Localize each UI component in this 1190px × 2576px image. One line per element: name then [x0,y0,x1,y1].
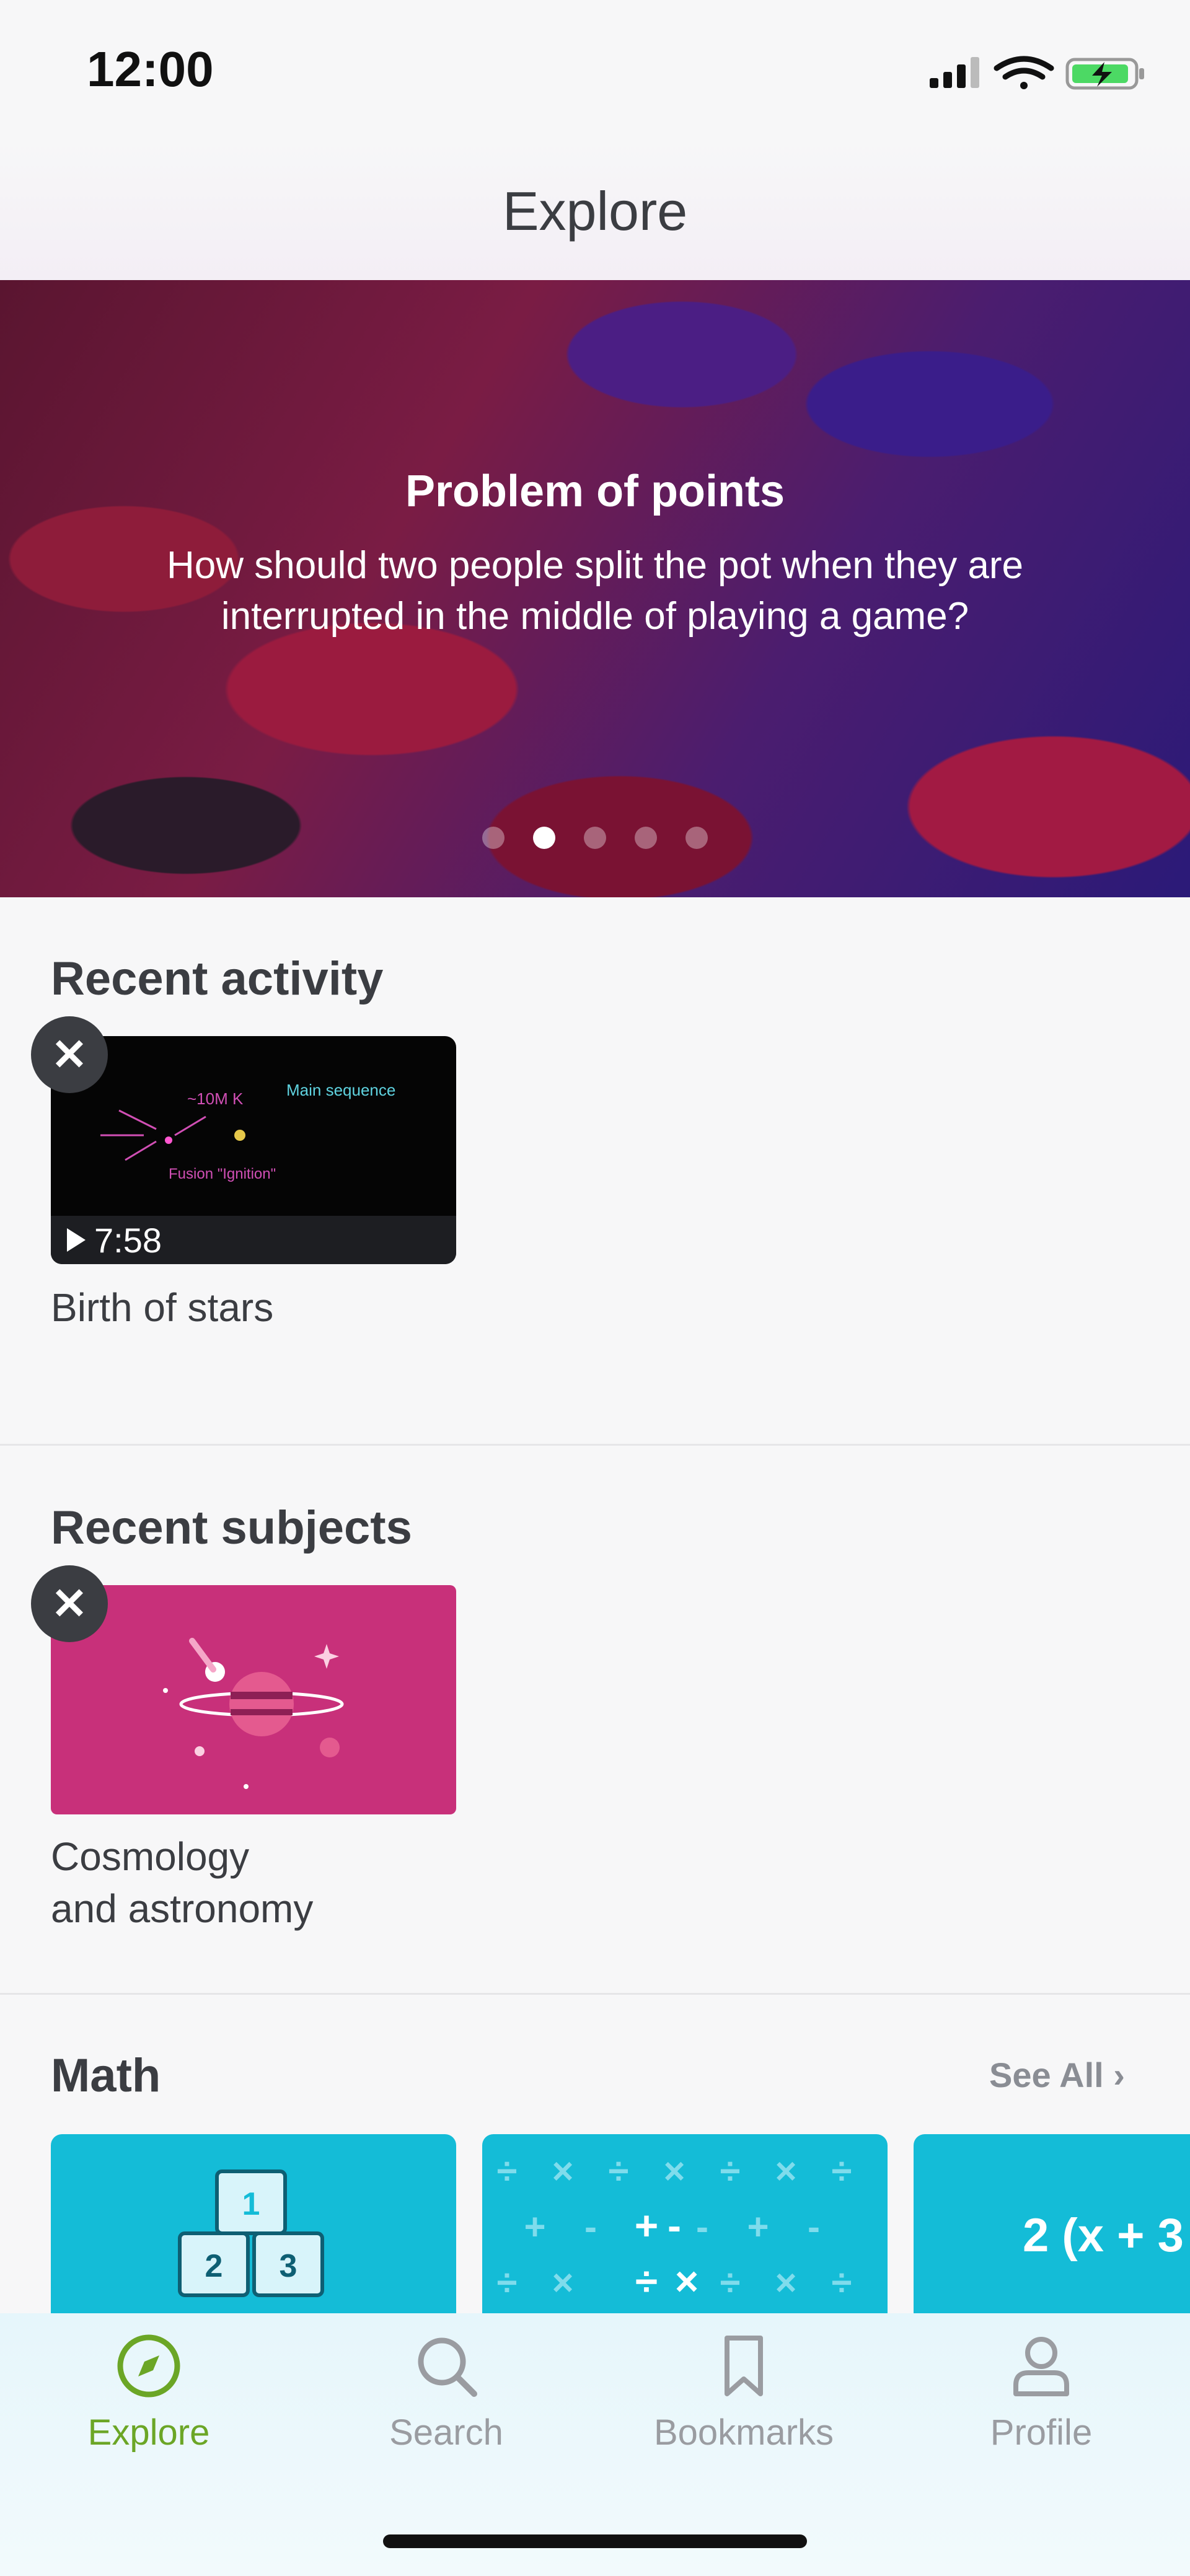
recent-activity-item-title[interactable]: Birth of stars [51,1281,273,1334]
tab-search[interactable]: Search [298,2332,595,2453]
svg-text:Fusion "Ignition": Fusion "Ignition" [169,1166,276,1182]
hero-carousel[interactable]: Problem of points How should two people … [0,280,1190,897]
algebra-expression: 2 (x + 3 [1023,2209,1184,2262]
svg-text:÷: ÷ [720,2150,741,2192]
cellular-signal-icon [930,57,979,88]
video-duration: 7:58 [94,1220,162,1260]
recent-activity-title: Recent activity [51,952,384,1005]
svg-text:÷: ÷ [832,2150,852,2192]
see-all-label: See All [989,2055,1104,2095]
tab-bookmarks[interactable]: Bookmarks [595,2332,892,2453]
math-card-algebra[interactable]: 2 (x + 3 [914,2134,1190,2314]
status-icons [930,56,1144,90]
svg-text:×: × [663,2150,685,2192]
svg-text:÷: ÷ [720,2262,741,2303]
page-dot[interactable] [685,827,708,849]
page-dot[interactable] [635,827,657,849]
divider [0,1444,1190,1446]
svg-text:3: 3 [280,2248,298,2284]
tab-profile-label: Profile [990,2412,1093,2453]
page-title: Explore [502,180,688,242]
page-dot-active[interactable] [533,827,555,849]
svg-text:×: × [775,2150,796,2192]
carousel-page-indicator[interactable] [0,827,1190,849]
svg-text:+: + [635,2202,659,2248]
close-icon: ✕ [51,1580,88,1628]
compass-icon [117,2334,180,2398]
math-section-title: Math [51,2049,161,2102]
app-header: Explore [0,143,1190,280]
svg-text:+: + [524,2206,545,2248]
remove-recent-subject-button[interactable]: ✕ [31,1565,108,1642]
bookmark-icon [725,2336,763,2396]
subject-title-line1: Cosmology [51,1834,250,1879]
planet-illustration-icon [163,1638,344,1789]
number-blocks-icon: 1 2 3 [178,2169,324,2297]
svg-text:÷: ÷ [497,2150,518,2192]
svg-text:÷: ÷ [609,2150,629,2192]
status-time: 12:00 [87,42,214,97]
svg-text:Main sequence: Main sequence [286,1081,395,1099]
tab-search-label: Search [389,2412,503,2453]
recent-subjects-title: Recent subjects [51,1501,412,1554]
subject-title-line2: and astronomy [51,1886,314,1931]
play-icon [67,1228,86,1252]
tab-profile[interactable]: Profile [892,2332,1190,2453]
video-thumbnail-drawing: ~10M K Main sequence Fusion "Ignition" [100,1081,395,1182]
video-thumbnail[interactable]: ~10M K Main sequence Fusion "Ignition" 7… [51,1036,456,1264]
svg-text:-: - [668,2202,681,2248]
wifi-icon [994,56,1054,89]
math-card-counting[interactable]: 1 2 3 [51,2134,456,2314]
svg-text:×: × [552,2262,573,2303]
math-card-arithmetic[interactable]: ÷ × ÷ × ÷ × ÷ + - - + - ÷ × ÷ × ÷ + - ÷ × [482,2134,888,2314]
svg-text:+: + [747,2206,769,2248]
svg-text:2: 2 [205,2248,223,2284]
close-icon: ✕ [51,1031,88,1079]
svg-text:-: - [584,2206,597,2248]
chevron-right-icon: › [1113,2055,1125,2095]
svg-text:÷: ÷ [832,2262,852,2303]
svg-text:-: - [696,2206,708,2248]
battery-charging-icon [1065,58,1144,90]
hero-title: Problem of points [405,467,785,516]
arithmetic-symbols-icon: ÷ × ÷ × ÷ × ÷ + - - + - ÷ × ÷ × ÷ + -÷ × [497,2150,852,2304]
hero-subtitle: How should two people split the pot when… [166,544,1024,638]
subject-card-cosmology[interactable] [51,1585,456,1814]
divider [0,1993,1190,1995]
svg-text:~10M K: ~10M K [187,1089,244,1108]
profile-icon [1013,2337,1069,2396]
search-icon [418,2337,477,2397]
svg-text:×: × [775,2262,796,2303]
svg-text:÷: ÷ [635,2258,658,2304]
tab-explore-label: Explore [87,2412,210,2453]
status-bar: 12:00 [0,0,1190,143]
remove-recent-activity-button[interactable]: ✕ [31,1016,108,1093]
page-dot[interactable] [584,827,606,849]
tab-explore[interactable]: Explore [0,2332,298,2453]
svg-text:÷: ÷ [497,2262,518,2303]
svg-text:-: - [808,2206,820,2248]
home-indicator[interactable] [383,2534,807,2548]
see-all-link[interactable]: See All › [989,2055,1125,2095]
svg-text:×: × [552,2150,573,2192]
tab-bookmarks-label: Bookmarks [653,2412,834,2453]
svg-text:1: 1 [242,2186,260,2222]
video-duration-bar: 7:58 [51,1216,456,1264]
page-dot[interactable] [482,827,505,849]
subject-title[interactable]: Cosmology and astronomy [51,1831,313,1935]
svg-text:×: × [675,2258,699,2304]
